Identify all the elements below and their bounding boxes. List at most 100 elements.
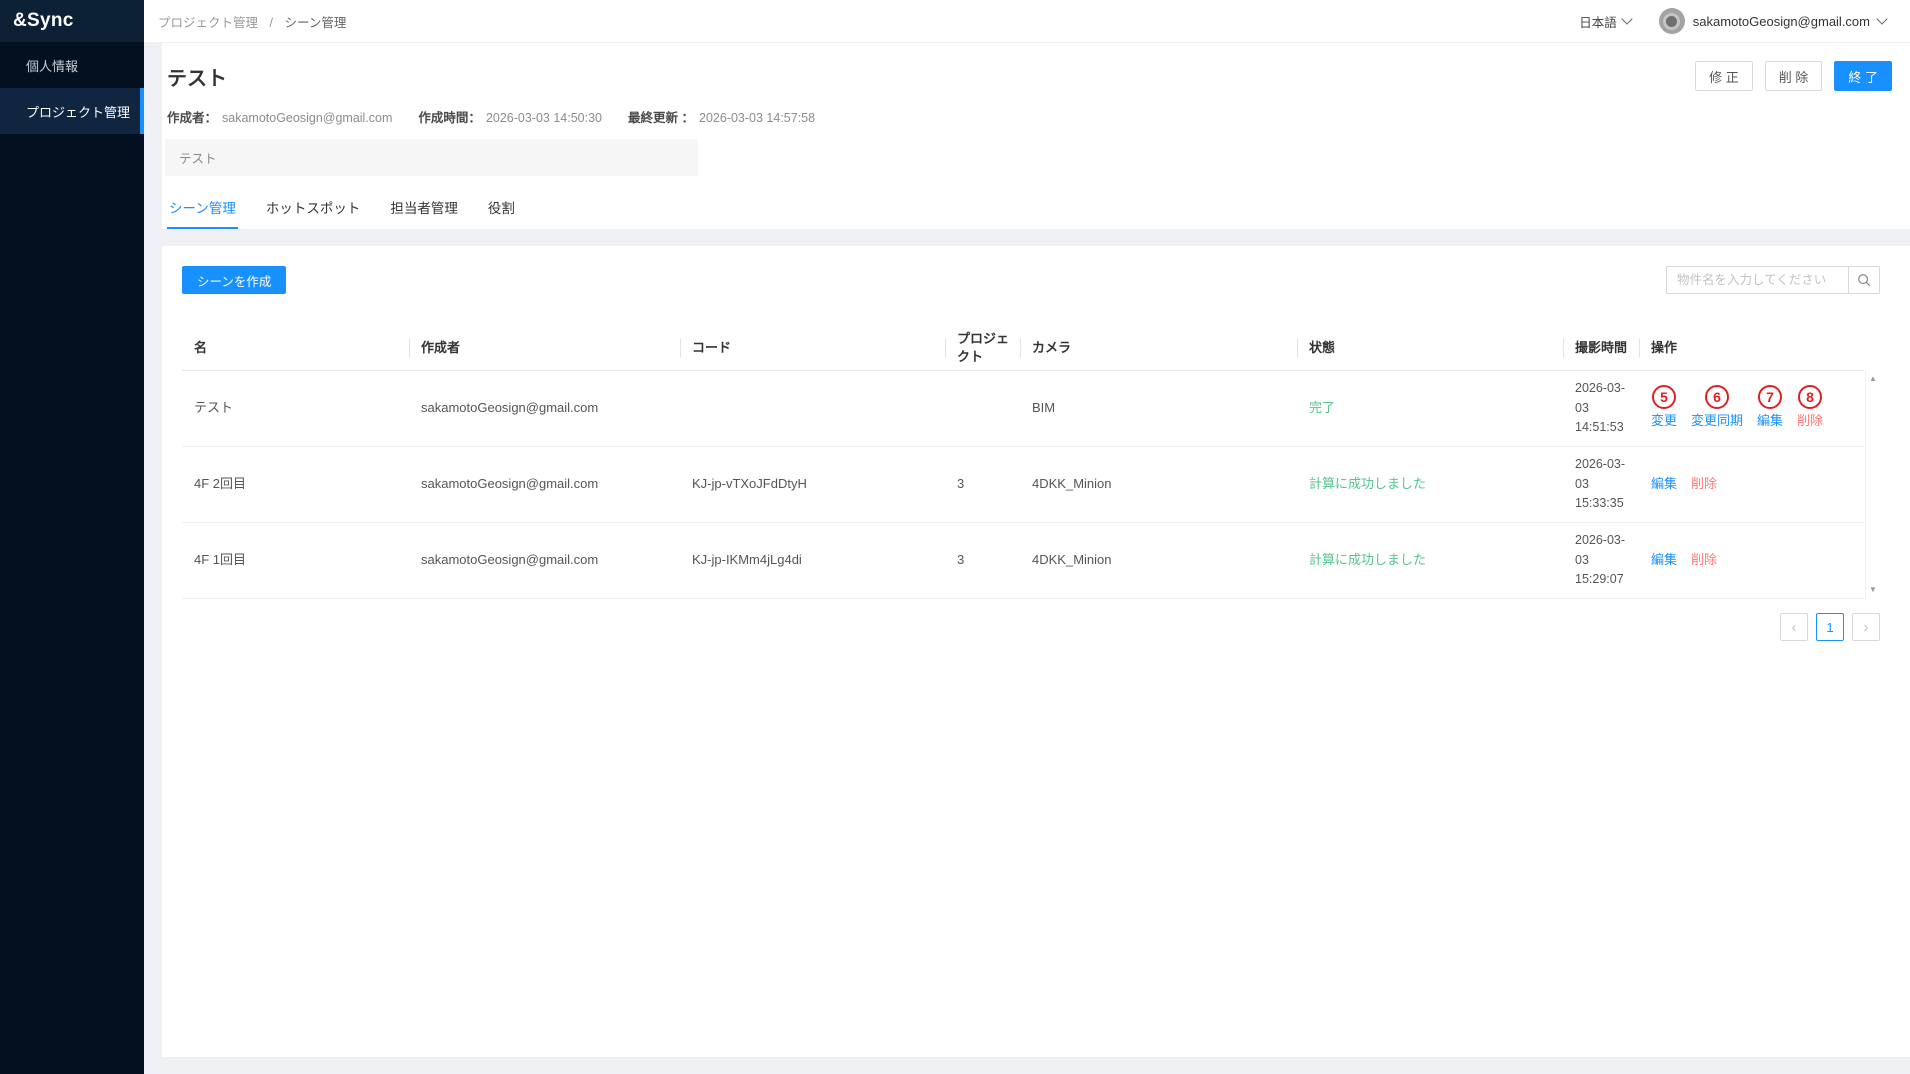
- tab-scene-management[interactable]: シーン管理: [167, 188, 238, 229]
- table-row: 4F 2回目 sakamotoGeosign@gmail.com KJ-jp-vTX…: [182, 447, 1864, 523]
- action-stack: 削除: [1691, 474, 1717, 494]
- create-scene-button[interactable]: シーンを作成: [182, 266, 287, 294]
- cell-actions: 編集 削除: [1639, 523, 1864, 598]
- creator-value: sakamotoGeosign@gmail.com: [222, 111, 393, 125]
- table-row: テスト sakamotoGeosign@gmail.com BIM 完了 2026-03…: [182, 371, 1864, 447]
- updated-value: 2026-03-03 14:57:58: [699, 111, 816, 125]
- project-meta: 作成者： sakamotoGeosign@gmail.com 作成時間： 2026-0…: [167, 107, 1892, 126]
- action-link[interactable]: 変更: [1651, 411, 1677, 431]
- search-input[interactable]: [1666, 266, 1848, 294]
- scene-list-card: シーンを作成 名作成者コードプロジェクトカメラ状態撮影時間操作 テストs: [162, 246, 1910, 1057]
- project-description: テスト: [165, 139, 698, 176]
- tab-bar: シーン管理 ホットスポット 担当者管理 役割: [165, 188, 1892, 229]
- action-link[interactable]: 削除: [1691, 474, 1717, 494]
- chevron-down-icon: [1876, 13, 1888, 25]
- scene-table: 名 作成者 コード プロジェクト カメラ 状態 撮影時間 操作 テスト sakamotoGeos…: [182, 325, 1880, 599]
- cell-name: 4F 1回目: [194, 552, 247, 568]
- action-link[interactable]: 削除: [1797, 411, 1823, 431]
- action-link[interactable]: 編集: [1651, 474, 1677, 494]
- delete-button[interactable]: 削 除: [1764, 61, 1823, 91]
- breadcrumb-separator: /: [269, 15, 273, 30]
- status-text: 計算に成功しました: [1309, 552, 1427, 568]
- column-header: 撮影時間: [1563, 325, 1639, 370]
- cell-code: [680, 371, 945, 446]
- cell-status: 計算に成功しました: [1297, 447, 1563, 522]
- action-stack: 8 削除: [1797, 385, 1823, 431]
- cell-creator: sakamotoGeosign@gmail.com: [421, 552, 599, 568]
- annotation-badge: 5: [1652, 385, 1676, 410]
- sidebar-nav: 個人情報 プロジェクト管理: [0, 42, 144, 134]
- cell-project: 3: [957, 552, 965, 568]
- table-scrollbar[interactable]: ▲ ▼: [1865, 370, 1880, 599]
- cell-code: KJ-jp-vTXoJFdDtyH: [692, 476, 807, 492]
- sidebar: &Sync 個人情報 プロジェクト管理: [0, 0, 144, 1074]
- chevron-down-icon: [1621, 13, 1633, 25]
- finish-button[interactable]: 終 了: [1834, 61, 1892, 91]
- tab-assignee-management[interactable]: 担当者管理: [388, 188, 460, 229]
- column-header: コード: [680, 325, 945, 370]
- column-header: 作成者: [409, 325, 680, 370]
- cell-time: 2026-03-03 14:51:53: [1575, 381, 1626, 435]
- action-link[interactable]: 削除: [1691, 550, 1717, 570]
- app-logo: &Sync: [0, 0, 144, 42]
- language-label: 日本語: [1579, 15, 1617, 30]
- breadcrumb-scene-management: シーン管理: [284, 15, 347, 30]
- search-button[interactable]: [1848, 266, 1880, 294]
- cell-camera: 4DKK_Minion: [1032, 476, 1112, 492]
- action-stack: 編集: [1651, 550, 1677, 570]
- updated-label: 最終更新 ：: [628, 111, 694, 125]
- action-stack: 6 変更同期: [1691, 385, 1743, 431]
- column-header: 操作: [1639, 325, 1864, 370]
- prev-page-button[interactable]: ‹: [1780, 613, 1808, 641]
- modify-button[interactable]: 修 正: [1695, 61, 1753, 91]
- scroll-up-icon[interactable]: ▲: [1869, 375, 1877, 383]
- cell-creator: sakamotoGeosign@gmail.com: [421, 400, 599, 416]
- avatar: [1658, 8, 1685, 34]
- breadcrumb-project-management[interactable]: プロジェクト管理: [158, 16, 258, 30]
- breadcrumb: プロジェクト管理 / シーン管理: [158, 12, 346, 31]
- column-header: 状態: [1297, 325, 1563, 370]
- cell-time: 2026-03-03 15:29:07: [1575, 533, 1626, 587]
- cell-project: [945, 371, 1020, 446]
- table-header: 名 作成者 コード プロジェクト カメラ 状態 撮影時間 操作: [182, 325, 1864, 371]
- action-stack: 5 変更: [1651, 385, 1677, 431]
- table-body: テスト sakamotoGeosign@gmail.com BIM 完了 2026-03…: [182, 371, 1864, 599]
- account-email: sakamotoGeosign@gmail.com: [1692, 13, 1870, 29]
- page-1-button[interactable]: 1: [1816, 613, 1844, 641]
- search-icon: [1858, 274, 1871, 287]
- title-row: テスト 修 正 削 除 終 了: [165, 61, 1892, 91]
- cell-status: 完了: [1297, 371, 1563, 446]
- action-stack: 削除: [1691, 550, 1717, 570]
- main-area: プロジェクト管理 / シーン管理 日本語 sakamotoGeosign@gma…: [144, 0, 1910, 1074]
- topbar-right: 日本語 sakamotoGeosign@gmail.com: [1579, 8, 1888, 34]
- status-text: 計算に成功しました: [1309, 476, 1427, 492]
- action-link[interactable]: 編集: [1757, 411, 1783, 431]
- account-menu[interactable]: sakamotoGeosign@gmail.com: [1658, 8, 1888, 34]
- scroll-down-icon[interactable]: ▼: [1869, 586, 1877, 594]
- cell-actions: 5 変更 6 変更同期 7 編集 8 削除: [1639, 371, 1864, 446]
- sidebar-item-personal-info[interactable]: 個人情報: [0, 42, 144, 88]
- action-stack: 7 編集: [1757, 385, 1783, 431]
- cell-camera: BIM: [1032, 400, 1056, 416]
- sidebar-item-project-management[interactable]: プロジェクト管理: [0, 88, 144, 134]
- cell-camera: 4DKK_Minion: [1032, 552, 1112, 568]
- action-link[interactable]: 編集: [1651, 550, 1677, 570]
- column-header: 名: [194, 339, 208, 355]
- page-title: テスト: [167, 67, 227, 90]
- created-value: 2026-03-03 14:50:30: [485, 111, 603, 125]
- cell-status: 計算に成功しました: [1297, 523, 1563, 598]
- status-text: 完了: [1309, 400, 1336, 416]
- language-selector[interactable]: 日本語: [1579, 12, 1633, 31]
- search-group: [1666, 266, 1880, 294]
- next-page-button[interactable]: ›: [1852, 613, 1880, 641]
- avatar-lens-icon: [1663, 12, 1681, 30]
- tab-role[interactable]: 役割: [486, 188, 517, 229]
- action-link[interactable]: 変更同期: [1691, 411, 1743, 431]
- project-header-card: テスト 修 正 削 除 終 了 作成者： sakamotoGeosign@gmai…: [162, 43, 1910, 229]
- cell-time: 2026-03-03 15:33:35: [1575, 457, 1626, 511]
- tab-hotspot[interactable]: ホットスポット: [264, 188, 363, 229]
- annotation-badge: 8: [1798, 385, 1823, 410]
- action-stack: 編集: [1651, 474, 1677, 494]
- content: テスト 修 正 削 除 終 了 作成者： sakamotoGeosign@gmai…: [144, 43, 1910, 1074]
- cell-code: KJ-jp-IKMm4jLg4di: [692, 552, 802, 568]
